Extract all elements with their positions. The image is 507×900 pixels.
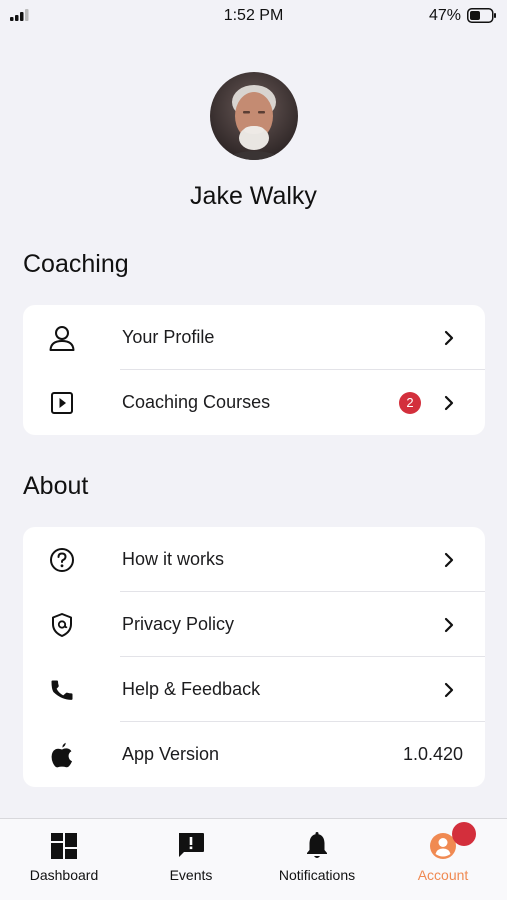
tab-dashboard-label: Dashboard <box>29 867 99 883</box>
coaching-courses-label: Coaching Courses <box>122 392 271 412</box>
apple-icon <box>48 741 76 769</box>
tab-events-label: Events <box>169 867 213 883</box>
chevron-right-icon <box>444 552 454 567</box>
tab-notifications-label: Notifications <box>278 867 356 883</box>
privacy-policy-label: Privacy Policy <box>122 614 235 634</box>
person-icon <box>48 324 76 352</box>
how-it-works-row[interactable]: How it works <box>23 527 485 592</box>
tab-notifications[interactable]: Notifications <box>267 819 367 900</box>
user-name: Jake Walky <box>190 182 317 210</box>
courses-count-badge: 2 <box>399 391 421 414</box>
section-title-coaching: Coaching <box>23 250 129 278</box>
tab-bar: Dashboard Events Notifications Account <box>0 818 507 900</box>
chevron-right-icon <box>444 682 454 697</box>
battery-percentage: 47% <box>428 7 461 24</box>
about-card: How it works Privacy Policy Help & Feedb… <box>23 527 485 787</box>
play-square-icon <box>48 389 76 417</box>
app-version-label: App Version <box>122 744 220 764</box>
help-feedback-row[interactable]: Help & Feedback <box>23 657 485 722</box>
tab-events[interactable]: Events <box>141 819 241 900</box>
chevron-right-icon <box>444 395 454 410</box>
privacy-policy-row[interactable]: Privacy Policy <box>23 592 485 657</box>
avatar-photo <box>210 72 298 160</box>
question-circle-icon <box>48 546 76 574</box>
coaching-card: Your Profile Coaching Courses 2 <box>23 305 485 435</box>
coaching-courses-row[interactable]: Coaching Courses 2 <box>23 370 485 435</box>
chevron-right-icon <box>444 617 454 632</box>
notification-dot <box>452 822 476 846</box>
status-bar: 1:52 PM 47% <box>0 0 507 32</box>
your-profile-row[interactable]: Your Profile <box>23 305 485 370</box>
battery-icon <box>467 8 496 23</box>
dashboard-icon <box>51 833 77 859</box>
help-feedback-label: Help & Feedback <box>122 679 261 699</box>
app-version-value: 1.0.420 <box>402 744 463 764</box>
tab-account[interactable]: Account <box>393 819 493 900</box>
your-profile-label: Your Profile <box>122 327 215 347</box>
shield-icon <box>48 611 76 639</box>
phone-icon <box>48 676 76 704</box>
alert-message-icon <box>179 833 204 857</box>
chevron-right-icon <box>444 330 454 345</box>
tab-account-label: Account <box>417 867 469 883</box>
how-it-works-label: How it works <box>122 549 225 569</box>
app-version-row: App Version 1.0.420 <box>23 722 485 787</box>
avatar[interactable] <box>210 72 298 160</box>
tab-dashboard[interactable]: Dashboard <box>14 819 114 900</box>
section-title-about: About <box>23 472 89 500</box>
bell-icon <box>307 832 327 858</box>
